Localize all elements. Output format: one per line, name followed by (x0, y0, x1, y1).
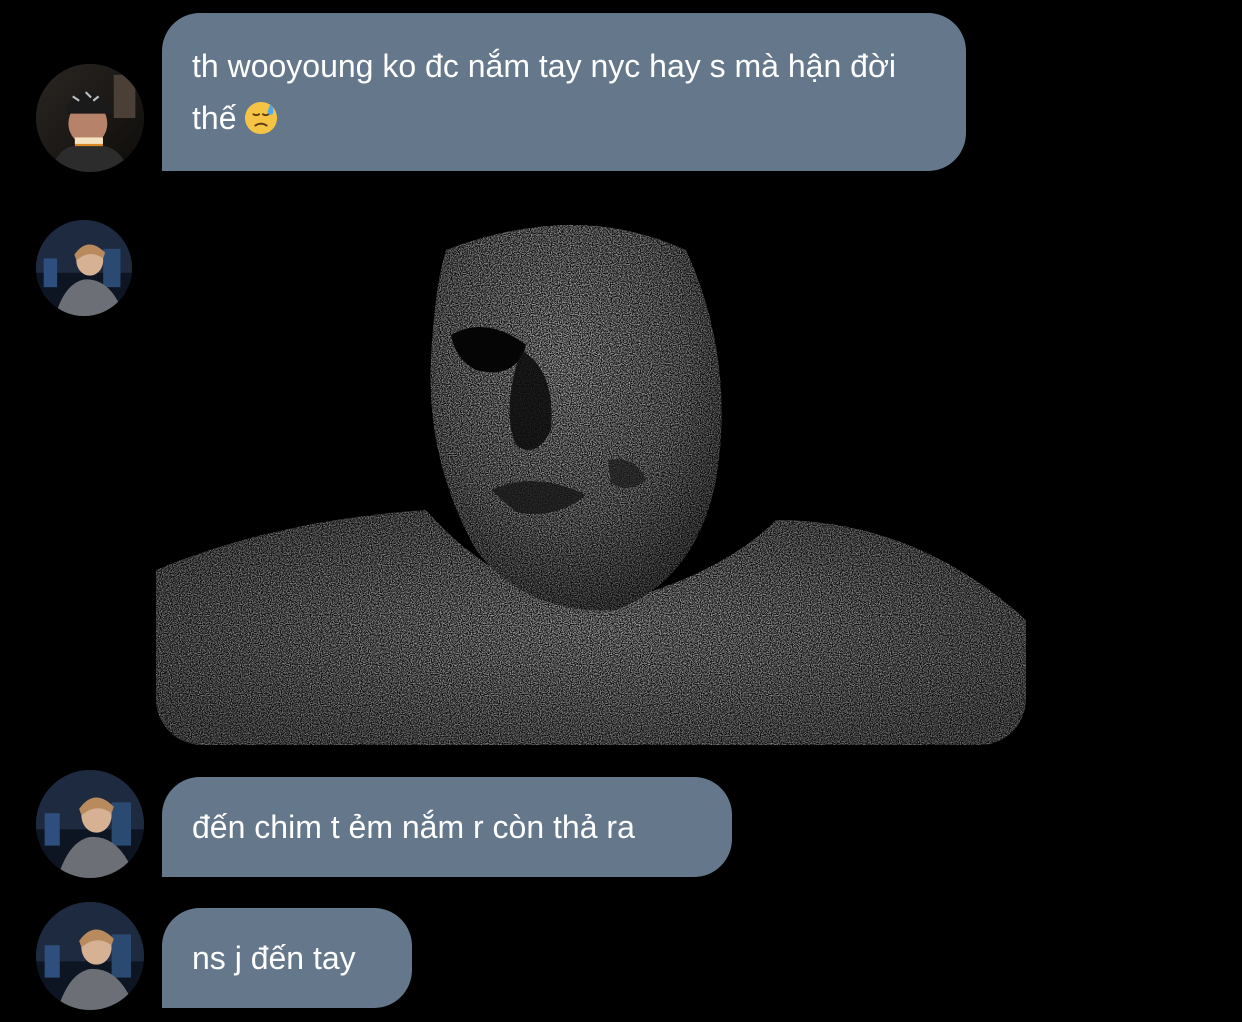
downcast-face-with-sweat-icon (244, 101, 278, 135)
avatar-photo-jacket-night (36, 770, 144, 878)
avatar-sender-1[interactable] (36, 64, 144, 172)
avatar-sender-4[interactable] (36, 902, 144, 1010)
message-text-2: đến chim t ẻm nắm r còn thả ra (192, 809, 635, 845)
message-bubble-1[interactable]: th wooyoung ko đc nắm tay nyc hay s mà h… (162, 13, 966, 171)
grainy-face-photo (156, 220, 1026, 745)
message-bubble-2[interactable]: đến chim t ẻm nắm r còn thả ra (162, 777, 732, 877)
avatar-photo-jacket-night (36, 220, 132, 316)
avatar-sender-2[interactable] (36, 220, 132, 316)
message-text-3: ns j đến tay (192, 940, 356, 976)
shared-image-message[interactable] (156, 220, 1026, 745)
avatar-sender-3[interactable] (36, 770, 144, 878)
message-text-1: th wooyoung ko đc nắm tay nyc hay s mà h… (192, 48, 897, 136)
avatar-photo-jacket-night (36, 902, 144, 1010)
avatar-photo-beanie-beer (36, 64, 144, 172)
message-bubble-3[interactable]: ns j đến tay (162, 908, 412, 1008)
